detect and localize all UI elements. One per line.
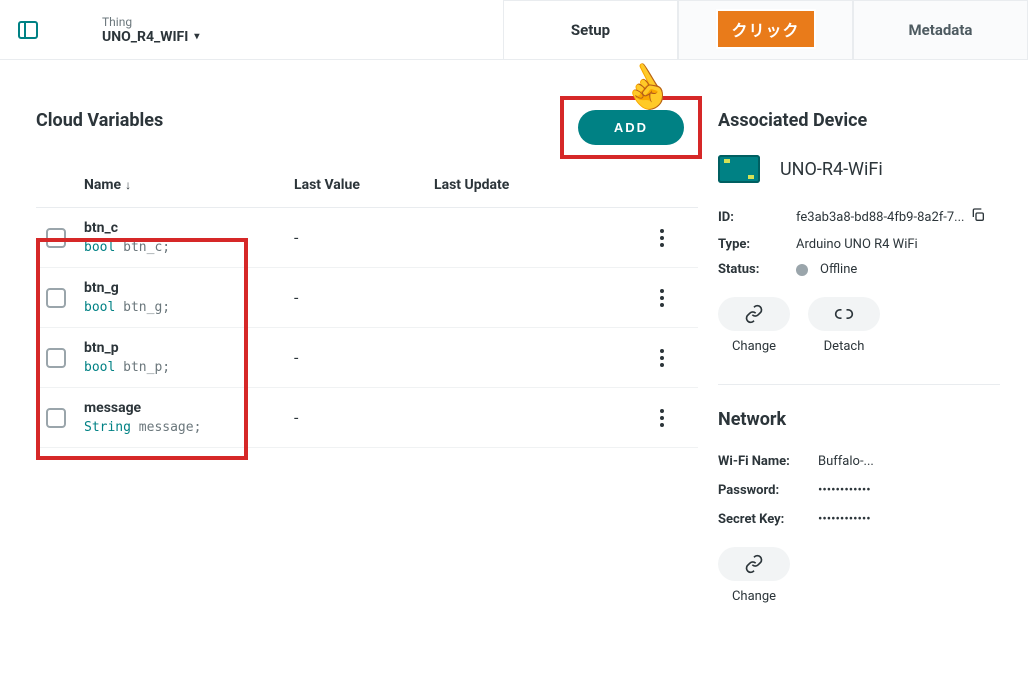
cell-name: btn_gbool btn_g; <box>84 280 294 315</box>
row-menu-icon[interactable] <box>650 226 674 250</box>
change-device-label: Change <box>732 339 776 354</box>
table-body: btn_cbool btn_c;-btn_gbool btn_g;-btn_pb… <box>36 208 698 448</box>
unlink-icon <box>834 304 854 324</box>
tab-setup[interactable]: Setup <box>503 0 678 59</box>
password-row: Password: •••••••••••• <box>718 483 1000 498</box>
variable-declaration: bool btn_c; <box>84 240 294 255</box>
wifi-name-label: Wi-Fi Name: <box>718 454 818 469</box>
cell-name: btn_pbool btn_p; <box>84 340 294 375</box>
change-network-label: Change <box>732 589 776 604</box>
cell-last-value: - <box>294 288 434 307</box>
variables-table: Name ↓ Last Value Last Update btn_cbool … <box>36 167 698 448</box>
caret-down-icon: ▾ <box>194 31 199 42</box>
detach-device-button[interactable]: Detach <box>808 297 880 354</box>
thing-name-dropdown[interactable]: UNO_R4_WIFI ▾ <box>102 29 199 45</box>
table-row[interactable]: message String message;- <box>36 388 698 448</box>
device-name: UNO-R4-WiFi <box>780 159 883 180</box>
cloud-variables-title: Cloud Variables <box>36 110 163 131</box>
add-variable-button[interactable]: ADD <box>578 110 684 145</box>
variable-name: btn_p <box>84 340 294 356</box>
wifi-name-value: Buffalo-... <box>818 454 874 469</box>
divider <box>718 384 1000 385</box>
variable-name: btn_g <box>84 280 294 296</box>
row-menu-icon[interactable] <box>650 286 674 310</box>
change-network-button[interactable]: Change <box>718 547 790 604</box>
add-highlight-box: ADD ☝️ <box>560 96 702 159</box>
tab-metadata-label: Metadata <box>909 21 973 39</box>
sidebar-toggle[interactable] <box>14 16 42 44</box>
row-checkbox[interactable] <box>46 228 66 248</box>
column-name-label: Name <box>84 177 121 193</box>
column-name[interactable]: Name ↓ <box>84 177 294 193</box>
device-type-value: Arduino UNO R4 WiFi <box>796 237 918 252</box>
sort-down-icon: ↓ <box>125 178 131 192</box>
column-last-value[interactable]: Last Value <box>294 177 434 193</box>
change-device-button[interactable]: Change <box>718 297 790 354</box>
board-icon <box>718 155 760 183</box>
device-id-row: ID: fe3ab3a8-bd88-4fb9-8a2f-7... <box>718 207 1000 227</box>
device-type-row: Type: Arduino UNO R4 WiFi <box>718 237 1000 252</box>
tab-metadata[interactable]: Metadata <box>853 0 1028 59</box>
variable-name: btn_c <box>84 220 294 236</box>
table-header: Name ↓ Last Value Last Update <box>36 167 698 208</box>
device-status-value: Offline <box>820 262 857 277</box>
click-annotation: クリック <box>715 9 815 49</box>
device-id-label: ID: <box>718 210 796 225</box>
network-actions: Change <box>718 547 1000 604</box>
device-type-label: Type: <box>718 237 796 252</box>
network-title: Network <box>718 409 1000 430</box>
table-row[interactable]: btn_cbool btn_c;- <box>36 208 698 268</box>
device-header: UNO-R4-WiFi <box>718 155 1000 183</box>
variable-declaration: bool btn_g; <box>84 300 294 315</box>
column-last-update[interactable]: Last Update <box>434 177 698 193</box>
secret-key-label: Secret Key: <box>718 512 818 527</box>
link-icon <box>744 554 764 574</box>
associated-device-title: Associated Device <box>718 110 1000 131</box>
detach-device-label: Detach <box>824 339 865 354</box>
header: Thing UNO_R4_WIFI ▾ Setup Sketch クリック Me… <box>0 0 1028 60</box>
thing-title: Thing UNO_R4_WIFI ▾ <box>102 15 199 45</box>
cell-name: message String message; <box>84 400 294 435</box>
device-status-row: Status: Offline <box>718 262 1000 277</box>
tab-setup-label: Setup <box>571 21 610 39</box>
table-row[interactable]: btn_gbool btn_g;- <box>36 268 698 328</box>
variable-declaration: String message; <box>84 420 294 435</box>
device-actions: Change Detach <box>718 297 1000 354</box>
row-checkbox[interactable] <box>46 348 66 368</box>
table-row[interactable]: btn_pbool btn_p;- <box>36 328 698 388</box>
variable-name: message <box>84 400 294 416</box>
status-dot-icon <box>796 264 808 276</box>
password-label: Password: <box>718 483 818 498</box>
device-status-label: Status: <box>718 262 796 277</box>
row-menu-icon[interactable] <box>650 346 674 370</box>
row-checkbox[interactable] <box>46 408 66 428</box>
row-checkbox[interactable] <box>46 288 66 308</box>
tabs: Setup Sketch クリック Metadata <box>503 0 1028 59</box>
main: Cloud Variables ADD ☝️ Name ↓ Last Value… <box>0 60 1028 604</box>
cell-last-value: - <box>294 408 434 427</box>
thing-name-text: UNO_R4_WIFI <box>102 29 188 45</box>
tab-sketch[interactable]: Sketch クリック <box>678 0 853 59</box>
row-menu-icon[interactable] <box>650 406 674 430</box>
cell-last-value: - <box>294 228 434 247</box>
cell-last-value: - <box>294 348 434 367</box>
wifi-name-row: Wi-Fi Name: Buffalo-... <box>718 454 1000 469</box>
copy-icon[interactable] <box>970 207 986 227</box>
right-panel: Associated Device UNO-R4-WiFi ID: fe3ab3… <box>718 80 1028 604</box>
cell-name: btn_cbool btn_c; <box>84 220 294 255</box>
password-value: •••••••••••• <box>818 483 871 498</box>
variable-declaration: bool btn_p; <box>84 360 294 375</box>
thing-label: Thing <box>102 15 199 29</box>
device-id-value: fe3ab3a8-bd88-4fb9-8a2f-7... <box>796 210 964 225</box>
secret-key-value: •••••••••••• <box>818 512 871 527</box>
link-icon <box>744 304 764 324</box>
secret-key-row: Secret Key: •••••••••••• <box>718 512 1000 527</box>
cloud-variables-panel: Cloud Variables ADD ☝️ Name ↓ Last Value… <box>0 80 718 604</box>
